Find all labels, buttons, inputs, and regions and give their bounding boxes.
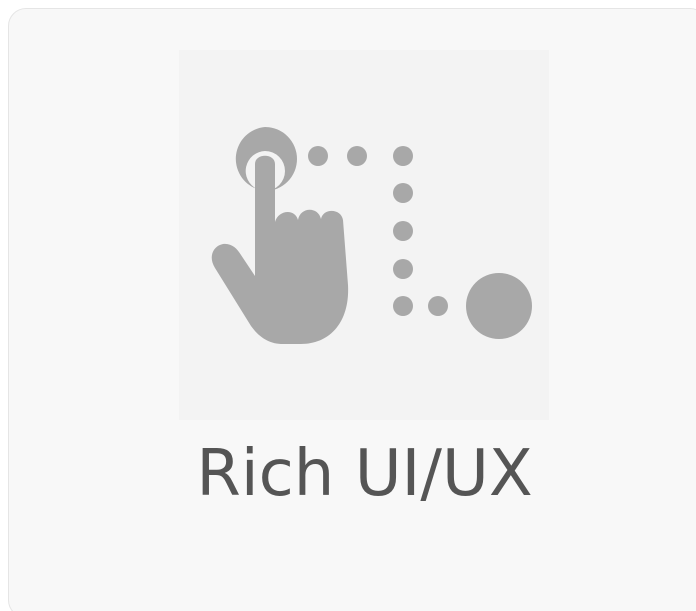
page: Rich UI/UX: [0, 0, 696, 611]
touch-gesture-icon: [211, 127, 532, 344]
path-dot: [393, 296, 413, 316]
feature-card[interactable]: Rich UI/UX: [8, 8, 696, 611]
path-dot: [393, 146, 413, 166]
path-dot: [393, 259, 413, 279]
card-title: Rich UI/UX: [196, 437, 533, 511]
path-dot: [428, 296, 448, 316]
icon-tile: [179, 50, 549, 420]
path-dot: [393, 183, 413, 203]
path-dot: [347, 146, 367, 166]
destination-dot: [466, 273, 532, 339]
path-dot: [308, 146, 328, 166]
path-dot: [393, 221, 413, 241]
hand-shape: [211, 155, 349, 344]
